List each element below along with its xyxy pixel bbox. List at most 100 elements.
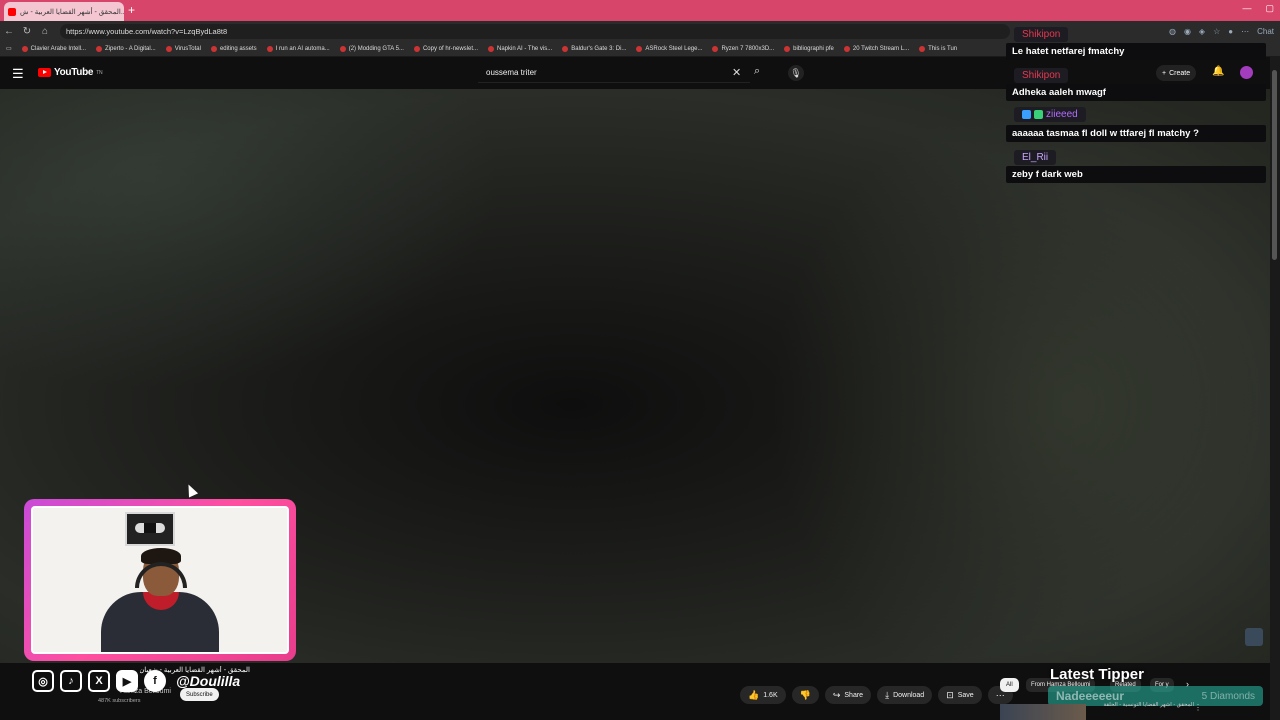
apps-icon[interactable]: ▭ xyxy=(6,45,12,52)
bookmark-label: ASRock Steel Lege... xyxy=(645,45,703,52)
bookmark-favicon-icon xyxy=(562,45,569,52)
hamburger-menu-icon[interactable]: ☰ xyxy=(12,66,24,82)
tipper-name: Nadeeeeeur xyxy=(1056,689,1125,703)
bookmark-item[interactable]: Clavier Arabe Intell... xyxy=(21,45,87,52)
bookmark-icon: ⊡ xyxy=(946,689,954,700)
chat-message-text: aaaaaa tasmaa fl doll w ttfarej fl match… xyxy=(1006,125,1266,142)
bookmark-favicon-icon xyxy=(843,45,850,52)
chat-message-text: Le hatet netfarej fmatchy xyxy=(1006,43,1266,60)
url-field[interactable]: https://www.youtube.com/watch?v=LzqBydLa… xyxy=(60,23,1010,39)
bookmark-favicon-icon xyxy=(784,45,791,52)
chat-message: El_Rii zeby f dark web xyxy=(1006,147,1266,183)
bookmark-label: editing assets xyxy=(219,45,257,52)
bookmark-item[interactable]: This is Tun xyxy=(919,45,957,52)
country-code: TN xyxy=(96,69,103,76)
bookmark-item[interactable]: Ryzen 7 7800x3D... xyxy=(712,45,774,52)
latest-tipper-title: Latest Tipper xyxy=(1050,666,1144,683)
bookmark-favicon-icon xyxy=(165,45,172,52)
chat-badge-icon xyxy=(1034,110,1043,119)
search-value: oussema triter xyxy=(486,68,537,77)
share-icon: ↪ xyxy=(832,689,841,700)
bookmark-label: Napkin AI - The vis... xyxy=(497,45,553,52)
save-button[interactable]: ⊡ Save xyxy=(938,686,982,704)
webcam-overlay-frame xyxy=(24,499,296,661)
maximize-icon[interactable]: ▢ xyxy=(1265,3,1274,14)
chat-message: Shikipon Adheka aaleh mwagf xyxy=(1006,65,1266,101)
tiktok-icon: ♪ xyxy=(60,670,82,692)
x-icon: X xyxy=(88,670,110,692)
clear-search-icon[interactable]: ✕ xyxy=(732,66,741,79)
tab-title: المحقق - أشهر القضايا العربية - ش... xyxy=(20,8,124,16)
chat-username-text: Shikipon xyxy=(1022,29,1061,40)
bookmark-label: 20 Twitch Stream L... xyxy=(852,45,910,52)
bookmark-item[interactable]: Ziperto - A Digital... xyxy=(96,45,156,52)
bookmark-item[interactable]: VirusTotal xyxy=(165,45,201,52)
wall-poster xyxy=(125,512,175,546)
miniplayer-thumbnail[interactable] xyxy=(1245,628,1263,646)
chat-message-text: zeby f dark web xyxy=(1006,166,1266,183)
url-text: https://www.youtube.com/watch?v=LzqBydLa… xyxy=(66,26,228,36)
chat-username: Shikipon xyxy=(1014,68,1069,83)
download-button[interactable]: ⤓ Download xyxy=(877,686,933,704)
new-tab-icon[interactable]: + xyxy=(128,3,135,17)
recommended-thumbnail[interactable] xyxy=(1000,704,1086,720)
microphone-icon[interactable]: 🎙 xyxy=(788,65,804,81)
bookmark-item[interactable]: Napkin AI - The vis... xyxy=(488,45,553,52)
bookmark-label: Clavier Arabe Intell... xyxy=(30,45,87,52)
search-icon[interactable]: ⌕ xyxy=(754,65,760,78)
search-input[interactable]: oussema triter xyxy=(478,63,750,83)
bookmark-favicon-icon xyxy=(413,45,420,52)
window-controls: — ▢ xyxy=(1242,3,1274,14)
bookmark-favicon-icon xyxy=(96,45,103,52)
back-icon[interactable]: ← xyxy=(0,26,18,37)
bookmark-favicon-icon xyxy=(266,45,273,52)
share-button[interactable]: ↪ Share xyxy=(824,686,872,704)
save-label: Save xyxy=(957,691,974,699)
social-icons-overlay: ◎ ♪ X ▶ f @Doulilla xyxy=(32,670,240,692)
bookmark-favicon-icon xyxy=(210,45,217,52)
like-button[interactable]: 👍 1.6K xyxy=(740,686,786,704)
bookmark-item[interactable]: editing assets xyxy=(210,45,257,52)
youtube-favicon-icon xyxy=(8,7,16,16)
reload-icon[interactable]: ↻ xyxy=(18,26,36,37)
dislike-button[interactable]: 👎 xyxy=(791,686,819,704)
bookmark-item[interactable]: bibliographi pfe xyxy=(784,45,834,52)
recommended-menu-icon[interactable]: ⋮ xyxy=(1194,703,1202,712)
bookmark-label: (2) Modding GTA 5... xyxy=(348,45,404,52)
youtube-logo-text: YouTube xyxy=(54,67,94,78)
bookmark-item[interactable]: (2) Modding GTA 5... xyxy=(339,45,404,52)
chat-badge-icon xyxy=(1022,110,1031,119)
home-icon[interactable]: ⌂ xyxy=(36,26,54,37)
youtube-play-icon xyxy=(38,68,51,77)
bookmark-item[interactable]: I run an AI automa... xyxy=(266,45,330,52)
chat-message-text: Adheka aaleh mwagf xyxy=(1006,84,1266,101)
minimize-icon[interactable]: — xyxy=(1242,3,1251,14)
chat-username: Shikipon xyxy=(1014,27,1069,42)
chip-all[interactable]: All xyxy=(1000,678,1019,692)
chat-message: ziieeed aaaaaa tasmaa fl doll w ttfarej f… xyxy=(1006,106,1266,142)
bookmark-item[interactable]: 20 Twitch Stream L... xyxy=(843,45,910,52)
youtube-logo[interactable]: YouTube TN xyxy=(38,67,103,78)
browser-tab[interactable]: المحقق - أشهر القضايا العربية - ش... ✕ xyxy=(4,2,124,21)
bookmark-item[interactable]: Baldur's Gate 3: Di... xyxy=(562,45,627,52)
bookmark-label: I run an AI automa... xyxy=(275,45,330,52)
recommended-title[interactable]: المحقق - أشهر القضايا التونسية - الحلقة xyxy=(1090,702,1194,708)
chat-username-text: Shikipon xyxy=(1022,70,1061,81)
instagram-icon: ◎ xyxy=(32,670,54,692)
scrollbar-thumb[interactable] xyxy=(1272,70,1277,260)
bookmark-label: Baldur's Gate 3: Di... xyxy=(571,45,627,52)
bookmark-item[interactable]: ASRock Steel Lege... xyxy=(636,45,703,52)
tipper-amount: 5 Diamonds xyxy=(1201,690,1255,702)
thumbs-down-icon: 👎 xyxy=(799,689,811,700)
bookmark-favicon-icon xyxy=(21,45,28,52)
facebook-icon: f xyxy=(144,670,166,692)
video-actions: 👍 1.6K 👎 ↪ Share ⤓ Download ⊡ Save ⋯ xyxy=(740,686,1013,704)
stream-chat-overlay: Shikipon Le hatet netfarej fmatchy Shikipo… xyxy=(1006,24,1266,188)
share-label: Share xyxy=(844,691,864,699)
bookmark-favicon-icon xyxy=(636,45,643,52)
youtube-icon: ▶ xyxy=(116,670,138,692)
thumbs-up-icon: 👍 xyxy=(748,689,760,700)
bookmark-item[interactable]: Copy of hr-newslet... xyxy=(413,45,478,52)
bookmark-favicon-icon xyxy=(339,45,346,52)
chat-message: Shikipon Le hatet netfarej fmatchy xyxy=(1006,24,1266,60)
